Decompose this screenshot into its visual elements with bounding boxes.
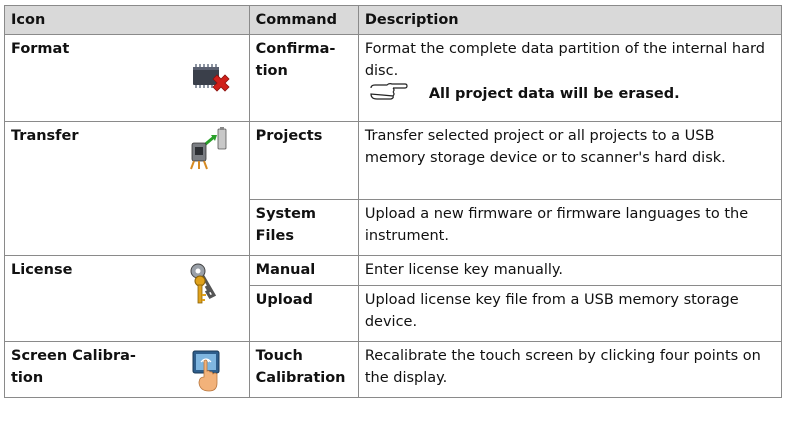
command-table: Icon Command Description Format Confirma… — [4, 5, 783, 398]
icon-cell-calibration: Screen Calibra- tion — [4, 341, 250, 398]
icon-cell-license: License — [4, 255, 250, 342]
command-manual: Manual — [248, 255, 359, 286]
header-command: Command — [248, 5, 359, 35]
table-row-format: Format Confirma- tion Format the complet… — [4, 34, 783, 122]
header-description: Description — [357, 5, 783, 35]
table-row-transfer-projects: Transfer Projects Transfer selected proj… — [4, 121, 783, 256]
command-touch-calibration: Touch Calibration — [248, 341, 359, 398]
command-system-files: System Files — [248, 199, 359, 256]
table-header-row: Icon Command Description — [4, 5, 783, 35]
description-touch-calibration: Recalibrate the touch screen by clicking… — [357, 341, 783, 398]
keys-icon — [190, 263, 217, 304]
table-row-calibration: Screen Calibra- tion Touch Calibration R… — [4, 341, 783, 398]
description-upload: Upload license key file from a USB memor… — [357, 285, 783, 342]
table-row-license-manual: License Manual Enter license key manuall… — [4, 255, 783, 342]
chip-delete-icon — [193, 64, 230, 92]
icon-cell-format: Format — [4, 34, 250, 122]
scanner-usb-transfer-icon — [190, 127, 227, 170]
icon-cell-transfer: Transfer — [4, 121, 250, 256]
description-format: Format the complete data partition of th… — [357, 34, 783, 122]
description-manual: Enter license key manually. — [357, 255, 783, 286]
pointing-hand-icon — [365, 82, 429, 106]
description-system-files: Upload a new firmware or firmware langua… — [357, 199, 783, 256]
description-format-text: Format the complete data partition of th… — [364, 41, 765, 79]
command-format: Confirma- tion — [248, 34, 359, 122]
warning-text: All project data will be erased. — [428, 86, 680, 102]
command-projects: Projects — [248, 121, 359, 200]
warning-note: All project data will be erased. — [365, 82, 775, 106]
header-icon: Icon — [4, 5, 250, 35]
command-upload: Upload — [248, 285, 359, 342]
description-projects: Transfer selected project or all project… — [357, 121, 783, 200]
touch-screen-icon — [192, 350, 220, 392]
format-label: Format — [11, 41, 70, 57]
